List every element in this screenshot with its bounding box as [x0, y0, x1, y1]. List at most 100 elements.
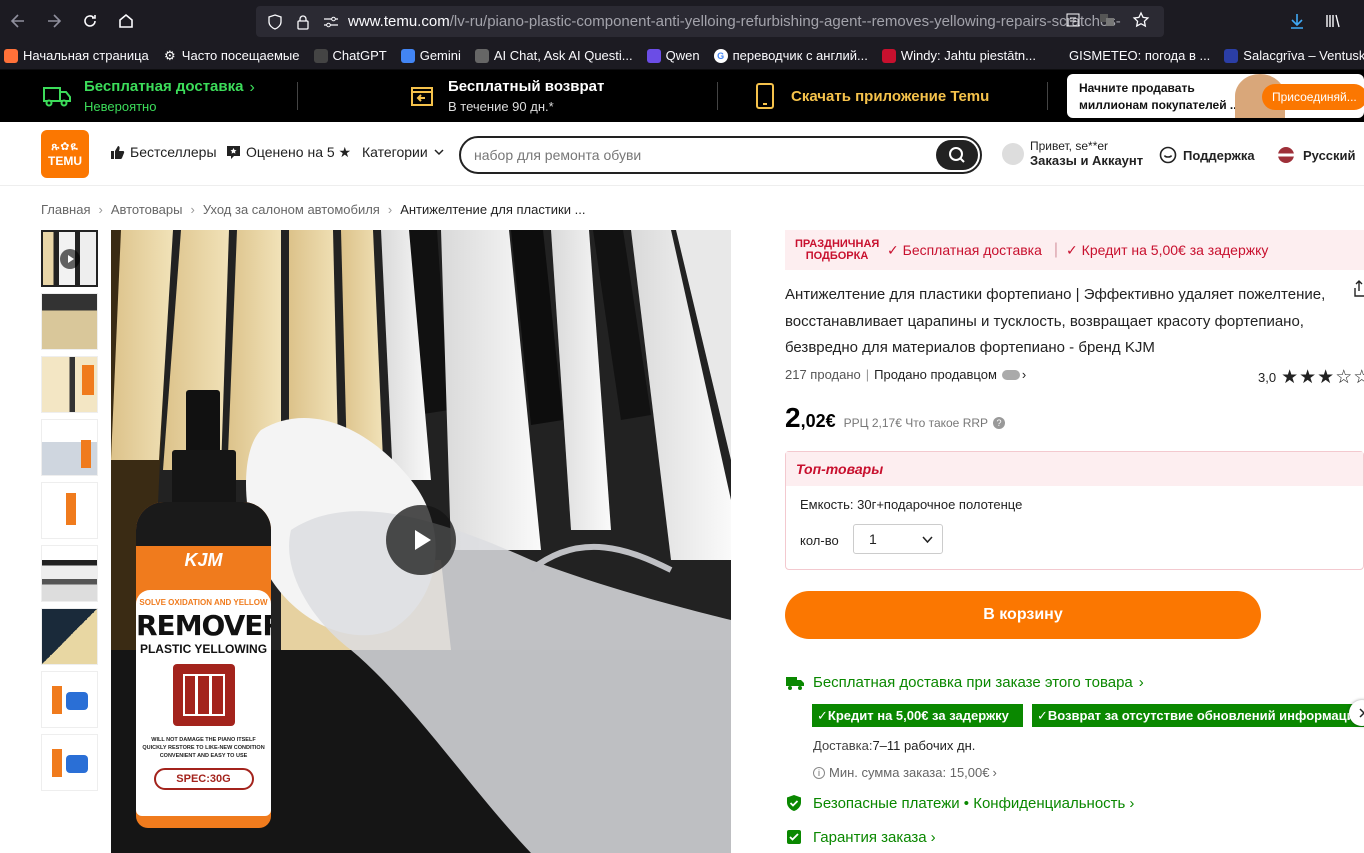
- bookmark-label: Windy: Jahtu piestātn...: [900, 48, 1036, 63]
- bookmark-item[interactable]: Qwen: [646, 48, 700, 63]
- min-order[interactable]: i Мин. сумма заказа: 15,00€ ›: [813, 765, 997, 780]
- chevron-right-icon: ›: [1021, 367, 1027, 382]
- forward-icon[interactable]: [36, 3, 72, 39]
- seller-card[interactable]: Начните продавать миллионам покупателей .…: [1067, 74, 1364, 118]
- bestsellers-label: Бестселлеры: [130, 144, 217, 160]
- account-menu[interactable]: Привет, se**er Заказы и Аккаунт: [1002, 139, 1143, 168]
- free-shipping-order-link[interactable]: Бесплатная доставка при заказе этого тов…: [785, 674, 1144, 691]
- thumbnail-5[interactable]: [41, 482, 98, 539]
- temu-logo[interactable]: ጹ✿ዪ TEMU: [41, 130, 89, 178]
- bookmark-item[interactable]: Начальная страница: [4, 48, 149, 63]
- min-order-label: Мин. сумма заказа: 15,00€: [829, 765, 990, 780]
- delivery-info: Доставка:7–11 рабочих дн.: [813, 738, 975, 753]
- bottle-band: SOLVE OXIDATION AND YELLOW: [139, 598, 268, 607]
- shield-icon[interactable]: [264, 11, 286, 33]
- search-box[interactable]: [459, 136, 982, 174]
- avatar: [1002, 142, 1024, 165]
- free-shipping-badge: ✓ Бесплатная доставка: [887, 242, 1042, 259]
- search-button[interactable]: [936, 140, 978, 170]
- bookmark-label: Начальная страница: [23, 48, 149, 63]
- library-icon[interactable]: [1318, 3, 1348, 39]
- download-app-promo[interactable]: Скачать приложение Temu: [755, 70, 989, 122]
- product-title: Антижелтение для пластики фортепиано | Э…: [785, 286, 1326, 356]
- bookmark-item[interactable]: Windy: Jahtu piestātn...: [881, 48, 1036, 63]
- credit-tag: ✓Кредит на 5,00€ за задержку: [812, 704, 1023, 727]
- seller-logo-icon[interactable]: [1001, 369, 1020, 380]
- bookmark-item[interactable]: Gemini: [400, 48, 461, 63]
- logo-glyphs: ጹ✿ዪ: [51, 141, 79, 153]
- thumbnail-7[interactable]: [41, 608, 98, 665]
- price-integer: 2: [785, 402, 801, 433]
- orders-account-label: Заказы и Аккаунт: [1030, 153, 1144, 168]
- free-return-promo[interactable]: Бесплатный возврат В течение 90 дн.*: [410, 70, 604, 122]
- language-selector[interactable]: Русский: [1277, 146, 1356, 164]
- permissions-icon[interactable]: [320, 11, 342, 33]
- bottle-spec: SPEC:30G: [153, 768, 254, 790]
- rating[interactable]: 3,0 ★★★☆☆: [1258, 366, 1364, 389]
- rrp-question[interactable]: Что такое RRP: [905, 416, 988, 430]
- chevron-right-icon: ›: [930, 828, 936, 846]
- share-icon[interactable]: [1353, 280, 1364, 298]
- rated5-label: Оценено на 5 ★: [246, 144, 352, 160]
- search-input[interactable]: [474, 147, 924, 163]
- translate-icon[interactable]: [1096, 9, 1118, 31]
- capacity-option[interactable]: Емкость: 30г+подарочное полотенце: [800, 497, 1022, 512]
- play-video-button[interactable]: [386, 505, 456, 575]
- download-icon[interactable]: [1282, 3, 1312, 39]
- secure-payments-link[interactable]: Безопасные платежи • Конфиденциальность …: [785, 794, 1134, 812]
- url-path: /lv-ru/piano-plastic-component-anti-yell…: [449, 13, 1121, 30]
- thumbnail-4[interactable]: [41, 419, 98, 476]
- help-icon[interactable]: ?: [993, 417, 1006, 429]
- thumbnail-9[interactable]: [41, 734, 98, 791]
- sold-info: 217 продано | Продано продавцом ›: [785, 367, 1027, 382]
- breadcrumb-interior[interactable]: Уход за салоном автомобиля: [203, 202, 380, 217]
- google-icon: G: [713, 48, 728, 63]
- bookmark-item[interactable]: Salacgrīva – Ventusky: [1224, 48, 1364, 63]
- url-bar[interactable]: www.temu.com /lv-ru/piano-plastic-compon…: [256, 6, 1164, 37]
- bookmark-item[interactable]: AI Chat, Ask AI Questi...: [474, 48, 633, 63]
- back-icon[interactable]: [0, 3, 36, 39]
- reader-view-icon[interactable]: [1062, 9, 1084, 31]
- bookmark-item[interactable]: ⚙ Часто посещаемые: [162, 47, 300, 63]
- order-guarantee-label: Гарантия заказа: [813, 828, 927, 846]
- info-icon: i: [813, 766, 825, 779]
- gear-icon: ⚙: [162, 47, 177, 63]
- home-icon[interactable]: [108, 3, 144, 39]
- thumbnail-video[interactable]: [41, 230, 98, 287]
- support-link[interactable]: Поддержка: [1159, 146, 1255, 164]
- order-guarantee-link[interactable]: Гарантия заказа ›: [785, 828, 936, 846]
- thumbnail-6[interactable]: [41, 545, 98, 602]
- bookmark-label: Qwen: [665, 48, 700, 63]
- breadcrumb-auto[interactable]: Автотовары: [111, 202, 183, 217]
- reload-icon[interactable]: [72, 3, 108, 39]
- thumbnail-3[interactable]: [41, 356, 98, 413]
- promo-badges: ПРАЗДНИЧНАЯ ПОДБОРКА ✓ Бесплатная достав…: [785, 230, 1364, 270]
- breadcrumb-home[interactable]: Главная: [41, 202, 90, 217]
- check-icon: ✓: [887, 241, 899, 258]
- phone-icon: [756, 83, 774, 109]
- add-to-cart-button[interactable]: В корзину: [785, 591, 1261, 639]
- categories-menu[interactable]: Категории: [362, 144, 445, 160]
- thumbnail-2[interactable]: [41, 293, 98, 350]
- bookmark-item[interactable]: GISMETEO: погода в ...: [1050, 48, 1210, 63]
- chevron-right-icon: ›: [1129, 794, 1135, 812]
- seller-join-button[interactable]: Присоединяй...: [1262, 84, 1364, 110]
- bookmark-item[interactable]: ChatGPT: [313, 48, 387, 63]
- bookmark-item[interactable]: Gпереводчик с англий...: [713, 48, 868, 63]
- seller-text-2: миллионам покупателей ...: [1079, 98, 1240, 112]
- seller-text-1: Начните продавать: [1079, 81, 1195, 95]
- lock-icon[interactable]: [292, 11, 314, 33]
- bookmarks-bar: Начальная страница ⚙ Часто посещаемые ChatG…: [0, 42, 1364, 70]
- support-chat-icon: [1159, 146, 1177, 164]
- rated5-link[interactable]: Оценено на 5 ★: [226, 144, 351, 161]
- thumbnail-8[interactable]: [41, 671, 98, 728]
- sold-by-label[interactable]: Продано продавцом: [874, 367, 997, 382]
- bestsellers-link[interactable]: Бестселлеры: [110, 144, 217, 160]
- bookmark-label: Часто посещаемые: [181, 48, 300, 63]
- download-app-label: Скачать приложение Temu: [791, 87, 990, 105]
- bookmark-star-icon[interactable]: [1130, 9, 1152, 31]
- return-tag: ✓Возврат за отсутствие обновлений информ…: [1032, 704, 1364, 727]
- delivery-label: Доставка:: [813, 738, 873, 753]
- quantity-select[interactable]: 1: [853, 524, 943, 554]
- free-shipping-promo[interactable]: Бесплатная доставка Невероятно ›: [42, 70, 255, 122]
